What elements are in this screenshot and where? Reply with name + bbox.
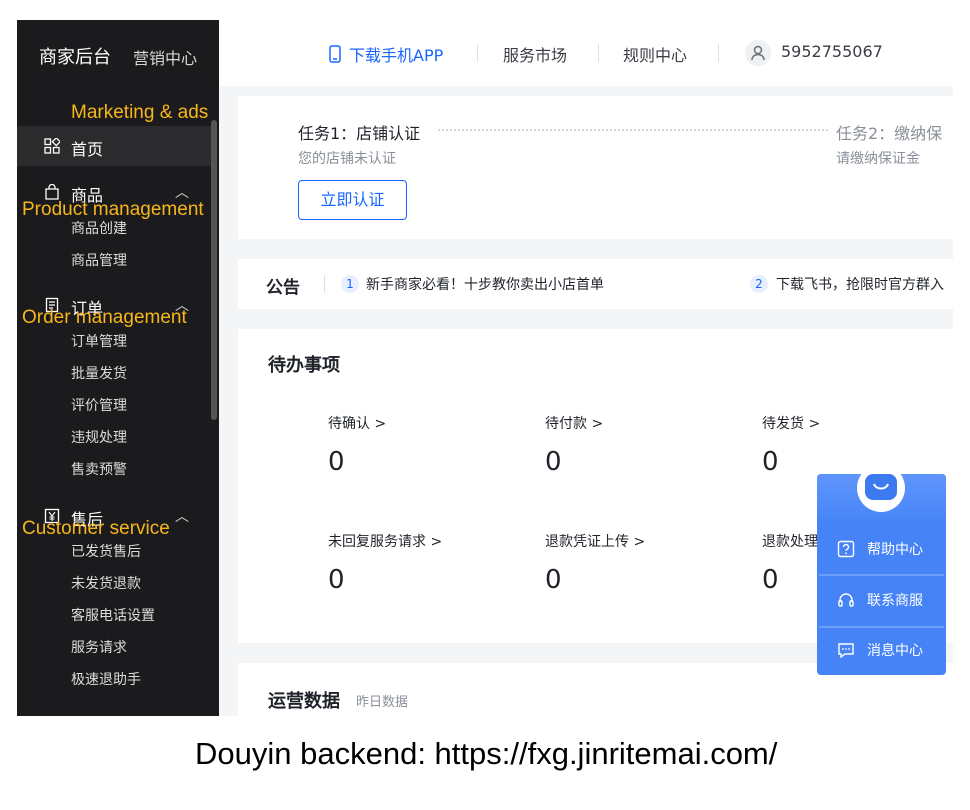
todo-item-to-confirm[interactable]: 待确认 > 0 [328, 413, 528, 477]
todo-item-to-ship[interactable]: 待发货 > 0 [762, 413, 953, 477]
annotation-order: Order management [22, 307, 187, 328]
todo-label: 待发货 > [762, 416, 821, 432]
chat-icon [838, 643, 854, 659]
divider [819, 574, 944, 576]
task-card: 任务1：店铺认证 您的店铺未认证 任务2：缴纳保 请缴纳保证金 立即认证 [238, 96, 953, 239]
todo-title: 待办事项 [268, 355, 340, 376]
todo-count: 0 [328, 565, 345, 595]
divider [324, 275, 325, 293]
todo-count: 0 [328, 447, 345, 477]
task1-subtitle: 您的店铺未认证 [298, 151, 396, 167]
screenshot-frame: 商家后台 营销中心 首页 商品 ︿ 商品创建 商品管理 订单 ︿ 订单管理 批量… [17, 20, 953, 716]
todo-count: 0 [545, 565, 562, 595]
phone-icon [329, 45, 341, 63]
grid-icon [44, 138, 60, 154]
chevron-up-icon[interactable]: ︿ [175, 506, 189, 526]
sidebar-item-label: 首页 [71, 140, 104, 159]
todo-item-refund-proof[interactable]: 退款凭证上传 > 0 [545, 531, 745, 595]
marketing-center-link[interactable]: 营销中心 [133, 45, 197, 69]
help-center-label: 帮助中心 [867, 542, 923, 558]
shopping-bag-icon [45, 184, 59, 200]
todo-label: 待付款 > [545, 416, 604, 432]
rules-center-link[interactable]: 规则中心 [623, 42, 687, 66]
user-icon [751, 45, 765, 61]
todo-item-to-pay[interactable]: 待付款 > 0 [545, 413, 745, 477]
operations-title: 运营数据 [268, 691, 340, 712]
sidebar-item-unshipped-refund[interactable]: 未发货退款 [71, 573, 141, 593]
task2-subtitle: 请缴纳保证金 [836, 151, 920, 167]
sidebar-item-batch-ship[interactable]: 批量发货 [71, 363, 127, 383]
sidebar-item-service-request[interactable]: 服务请求 [71, 637, 127, 657]
avatar[interactable] [745, 40, 771, 66]
sidebar-item-order-manage[interactable]: 订单管理 [71, 331, 127, 351]
todo-label: 未回复服务请求 > [328, 534, 443, 550]
sidebar-scrollbar[interactable] [211, 120, 217, 420]
contact-service-button[interactable]: 联系商服 [819, 577, 944, 625]
annotation-product: Product management [22, 199, 204, 220]
floating-help-panel: 帮助中心 联系商服 消息中心 [817, 464, 946, 675]
operations-subtitle: 昨日数据 [356, 695, 409, 710]
sidebar-item-product-create[interactable]: 商品创建 [71, 218, 127, 238]
todo-item-unreplied-requests[interactable]: 未回复服务请求 > 0 [328, 531, 528, 595]
sidebar-item-shipped-aftersale[interactable]: 已发货售后 [71, 541, 141, 561]
announcement-link[interactable]: 新手商家必看！十步教你卖出小店首单 [366, 274, 604, 294]
sidebar-item-review-manage[interactable]: 评价管理 [71, 395, 127, 415]
message-center-label: 消息中心 [867, 643, 923, 659]
divider [477, 44, 478, 62]
sidebar-item-fast-refund[interactable]: 极速退助手 [71, 669, 141, 689]
announcement-number-badge: 2 [750, 275, 768, 293]
sidebar-header: 商家后台 营销中心 [17, 20, 219, 90]
announcement-number-badge: 1 [341, 275, 359, 293]
download-app-link[interactable]: 下载手机APP [349, 42, 443, 66]
divider [718, 44, 719, 62]
announcement-bar: 公告 1 新手商家必看！十步教你卖出小店首单 2 下载飞书，抢限时官方群入 [238, 259, 953, 309]
assistant-robot-icon[interactable] [857, 464, 905, 512]
headset-icon [838, 593, 854, 607]
task1-title: 任务1：店铺认证 [298, 124, 421, 143]
todo-label: 退款凭证上传 > [545, 534, 646, 550]
sidebar-item-service-phone[interactable]: 客服电话设置 [71, 605, 155, 625]
question-icon [837, 540, 855, 558]
divider [598, 44, 599, 62]
task2-title: 任务2：缴纳保 [836, 124, 943, 143]
message-center-button[interactable]: 消息中心 [819, 627, 944, 675]
sidebar-item-home[interactable]: 首页 [17, 126, 211, 166]
verify-now-button[interactable]: 立即认证 [298, 180, 407, 220]
todo-count: 0 [762, 447, 779, 477]
robot-face [865, 474, 897, 500]
sidebar-item-product-manage[interactable]: 商品管理 [71, 250, 127, 270]
todo-count: 0 [545, 447, 562, 477]
annotation-service: Customer service [22, 518, 170, 539]
todo-label: 待确认 > [328, 416, 387, 432]
annotation-marketing: Marketing & ads [71, 102, 209, 123]
announcement-title: 公告 [266, 278, 300, 298]
sidebar-item-sales-warning[interactable]: 售卖预警 [71, 459, 127, 479]
brand-title[interactable]: 商家后台 [39, 43, 111, 69]
top-bar: 下载手机APP 服务市场 规则中心 5952755067 [219, 20, 953, 86]
service-market-link[interactable]: 服务市场 [503, 42, 567, 66]
sidebar-item-violation[interactable]: 违规处理 [71, 427, 127, 447]
smile-icon [873, 483, 889, 490]
sidebar: 商家后台 营销中心 首页 商品 ︿ 商品创建 商品管理 订单 ︿ 订单管理 批量… [17, 20, 219, 716]
contact-service-label: 联系商服 [867, 593, 923, 609]
help-center-button[interactable]: 帮助中心 [819, 526, 944, 574]
task-progress-divider [438, 129, 828, 131]
account-id[interactable]: 5952755067 [781, 42, 883, 61]
announcement-link[interactable]: 下载飞书，抢限时官方群入 [776, 274, 944, 294]
caption: Douyin backend: https://fxg.jinritemai.c… [195, 736, 778, 771]
